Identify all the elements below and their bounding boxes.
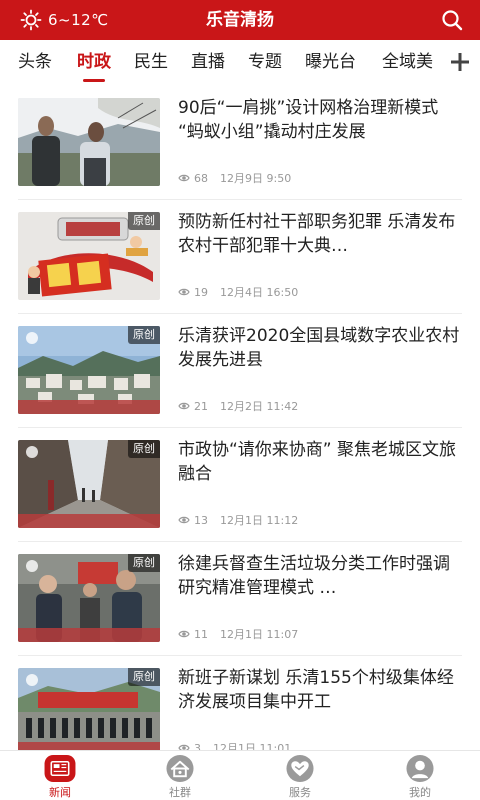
tab-beauty[interactable]: 全域美 <box>382 40 433 86</box>
news-item[interactable]: 原创 新班子新谋划 乐清155个村级集体经济发展项目集中开工 3 12月1日 1… <box>0 656 480 750</box>
view-count: 11 <box>194 627 208 641</box>
news-meta: 11 12月1日 11:07 <box>178 626 298 642</box>
news-thumbnail: 原创 <box>18 554 160 642</box>
original-badge: 原创 <box>128 668 160 686</box>
news-title: 市政协“请你来协商” 聚焦老城区文旅融合 <box>178 440 457 484</box>
tab-politics[interactable]: 时政 <box>77 40 111 86</box>
tab-exposure[interactable]: 曝光台 <box>305 40 356 86</box>
tab-strip: 头条 时政 民生 直播 专题 曝光台 全域美 <box>0 40 480 86</box>
tab-live[interactable]: 直播 <box>191 40 225 86</box>
view-count-icon <box>178 744 190 750</box>
tab-livelihood[interactable]: 民生 <box>134 40 168 86</box>
publish-time: 12月2日 11:42 <box>220 400 299 413</box>
news-item[interactable]: 原创 市政协“请你来协商” 聚焦老城区文旅融合 13 12月1日 11:12 <box>0 428 480 542</box>
news-meta: 13 12月1日 11:12 <box>178 512 298 528</box>
news-list: 90后“一肩挑”设计网格治理新模式 “蚂蚁小组”撬动村庄发展 68 12月9日 … <box>0 86 480 750</box>
view-count-icon <box>178 630 190 638</box>
nav-profile[interactable]: 我的 <box>360 751 480 800</box>
weather-widget[interactable]: 6~12℃ <box>20 0 109 40</box>
handshake-heart-icon <box>286 754 314 783</box>
news-thumbnail: 原创 <box>18 212 160 300</box>
view-count: 19 <box>194 285 208 299</box>
publish-time: 12月1日 11:07 <box>220 628 299 641</box>
publish-time: 12月9日 9:50 <box>220 172 292 185</box>
news-meta: 3 12月1日 11:01 <box>178 740 291 750</box>
view-count: 68 <box>194 171 208 185</box>
original-badge: 原创 <box>128 212 160 230</box>
category-tabs: 头条 时政 民生 直播 专题 曝光台 全域美 <box>0 40 480 86</box>
publish-time: 12月4日 16:50 <box>220 286 299 299</box>
view-count: 13 <box>194 513 208 527</box>
publish-time: 12月1日 11:12 <box>220 514 299 527</box>
news-title: 90后“一肩挑”设计网格治理新模式 “蚂蚁小组”撬动村庄发展 <box>178 98 439 142</box>
news-item[interactable]: 原创 预防新任村社干部职务犯罪 乐清发布农村干部犯罪十大典… 19 12月4日 … <box>0 200 480 314</box>
news-title: 预防新任村社干部职务犯罪 乐清发布农村干部犯罪十大典… <box>178 212 456 256</box>
bottom-nav: 新闻 社群 服务 我的 <box>0 750 480 800</box>
view-count: 3 <box>194 741 201 751</box>
nav-service[interactable]: 服务 <box>240 751 360 800</box>
nav-label: 社群 <box>169 786 191 799</box>
weather-temperature: 6~12℃ <box>48 11 109 29</box>
news-item[interactable]: 原创 乐清获评2020全国县域数字农业农村发展先进县 21 12月2日 11:4… <box>0 314 480 428</box>
original-badge: 原创 <box>128 326 160 344</box>
news-item[interactable]: 原创 徐建兵督查生活垃圾分类工作时强调 研究精准管理模式 … 11 12月1日 … <box>0 542 480 656</box>
tab-special[interactable]: 专题 <box>248 40 282 86</box>
news-title: 乐清获评2020全国县域数字农业农村发展先进县 <box>178 326 460 370</box>
news-meta: 21 12月2日 11:42 <box>178 398 298 414</box>
view-count: 21 <box>194 399 208 413</box>
tab-headlines[interactable]: 头条 <box>18 40 52 86</box>
news-item[interactable]: 90后“一肩挑”设计网格治理新模式 “蚂蚁小组”撬动村庄发展 68 12月9日 … <box>0 86 480 200</box>
nav-label: 服务 <box>289 786 311 799</box>
news-thumbnail: 原创 <box>18 440 160 528</box>
nav-label: 我的 <box>409 786 431 799</box>
app-header: 6~12℃ 乐音清扬 <box>0 0 480 40</box>
nav-community[interactable]: 社群 <box>120 751 240 800</box>
original-badge: 原创 <box>128 554 160 572</box>
nav-label: 新闻 <box>49 786 71 799</box>
original-badge: 原创 <box>128 440 160 458</box>
view-count-icon <box>178 174 190 182</box>
newspaper-icon <box>44 754 76 783</box>
community-home-icon <box>166 754 194 783</box>
nav-news[interactable]: 新闻 <box>0 751 120 800</box>
sun-icon <box>20 9 42 31</box>
news-title: 徐建兵督查生活垃圾分类工作时强调 研究精准管理模式 … <box>178 554 450 598</box>
user-icon <box>406 754 434 783</box>
news-meta: 19 12月4日 16:50 <box>178 284 298 300</box>
publish-time: 12月1日 11:01 <box>213 742 292 750</box>
view-count-icon <box>178 288 190 296</box>
news-thumbnail <box>18 98 160 186</box>
news-thumbnail: 原创 <box>18 326 160 414</box>
view-count-icon <box>178 516 190 524</box>
search-icon[interactable] <box>440 8 464 32</box>
app-screen: 6~12℃ 乐音清扬 头条 时政 民生 直播 专题 曝光台 全域美 90后“一肩… <box>0 0 480 800</box>
news-meta: 68 12月9日 9:50 <box>178 170 291 186</box>
news-thumbnail: 原创 <box>18 668 160 750</box>
add-channel-icon[interactable] <box>450 52 470 72</box>
view-count-icon <box>178 402 190 410</box>
news-title: 新班子新谋划 乐清155个村级集体经济发展项目集中开工 <box>178 668 454 712</box>
